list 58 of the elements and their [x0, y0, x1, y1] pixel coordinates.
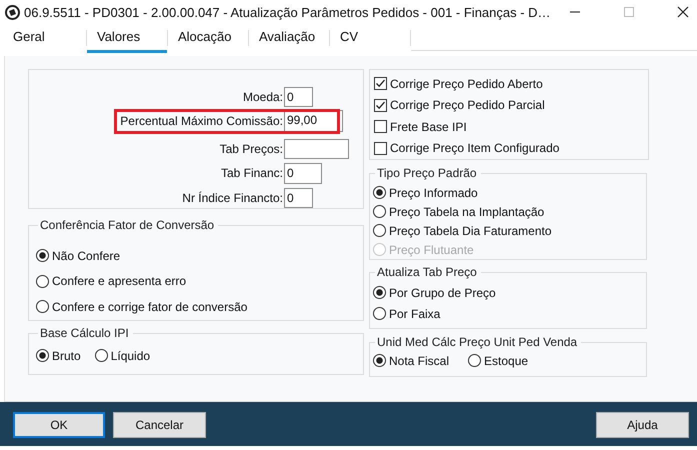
- option-label: Preço Flutuante: [389, 242, 474, 256]
- checkbox[interactable]: [374, 98, 387, 112]
- dialog-button[interactable]: Cancelar: [113, 412, 206, 438]
- group-title: Unid Med Cálc Preço Unit Ped Venda: [376, 335, 578, 349]
- radio-button-selected[interactable]: [36, 349, 49, 362]
- option-label: Preço Informado: [389, 186, 478, 200]
- radio-button[interactable]: [36, 300, 49, 314]
- option-label: Líquido: [110, 348, 150, 362]
- option-label: Preço Tabela na Implantação: [389, 204, 544, 218]
- option-label: Nota Fiscal: [389, 354, 450, 368]
- checkbox-label: Corrige Preço Pedido Aberto: [390, 76, 543, 91]
- checkbox-label: Corrige Preço Item Configurado: [390, 141, 560, 156]
- help-button[interactable]: Ajuda: [596, 412, 689, 438]
- checkbox[interactable]: [374, 142, 387, 155]
- option-label: Por Faixa: [389, 306, 440, 320]
- option-label: Preço Tabela Dia Faturamento: [389, 224, 552, 238]
- field-label: Tab Preços:: [220, 142, 284, 156]
- field-label: Tab Financ:: [220, 166, 284, 180]
- radio-button-selected[interactable]: [373, 186, 386, 199]
- text-field[interactable]: 0: [284, 86, 313, 106]
- checkbox[interactable]: [374, 77, 387, 90]
- radio-button[interactable]: [468, 354, 482, 367]
- close-icon[interactable]: [677, 6, 689, 18]
- tab[interactable]: Valores: [87, 26, 167, 53]
- tab[interactable]: Alocação: [168, 26, 248, 53]
- radio-button[interactable]: [373, 205, 386, 218]
- option-label: Estoque: [484, 354, 528, 368]
- checkbox[interactable]: [374, 120, 387, 134]
- text-field[interactable]: 0: [284, 162, 322, 184]
- option-label: Por Grupo de Preço: [389, 286, 496, 300]
- radio-button[interactable]: [373, 224, 386, 237]
- radio-button[interactable]: [94, 349, 108, 362]
- option-label: Confere e corrige fator de conversão: [52, 300, 248, 314]
- group-title: Tipo Preço Padrão: [376, 166, 478, 180]
- tab[interactable]: Geral: [0, 26, 86, 53]
- group-title: Conferência Fator de Conversão: [39, 218, 216, 232]
- radio-button-selected[interactable]: [36, 249, 49, 262]
- radio-button[interactable]: [36, 274, 49, 288]
- checkbox-label: Corrige Preço Pedido Parcial: [390, 98, 545, 112]
- field-label: Percentual Máximo Comissão:: [120, 114, 284, 128]
- app-logo-icon: [5, 4, 20, 20]
- option-label: Confere e apresenta erro: [52, 274, 186, 288]
- radio-button[interactable]: [373, 307, 386, 320]
- dialog-button[interactable]: OK: [13, 412, 105, 438]
- text-field[interactable]: [284, 139, 349, 159]
- radio-button-selected[interactable]: [373, 286, 386, 299]
- group-title: Base Cálculo IPI: [39, 326, 130, 340]
- tab[interactable]: Avaliação: [249, 26, 329, 53]
- checkbox-label: Frete Base IPI: [390, 120, 467, 134]
- field-label: Moeda:: [242, 90, 284, 104]
- option-label: Bruto: [52, 348, 81, 362]
- tab[interactable]: CV: [330, 26, 410, 53]
- option-label: Não Confere: [52, 248, 120, 263]
- text-field[interactable]: 0: [284, 188, 313, 208]
- field-label: Nr Índice Financto:: [182, 190, 284, 204]
- window-title: 06.9.5511 - PD0301 - 2.00.00.047 - Atualização Parâmetros Pedidos - 001 - Finanças - D…: [24, 4, 551, 20]
- radio-button-selected[interactable]: [373, 354, 386, 367]
- group-title: Atualiza Tab Preço: [376, 265, 478, 279]
